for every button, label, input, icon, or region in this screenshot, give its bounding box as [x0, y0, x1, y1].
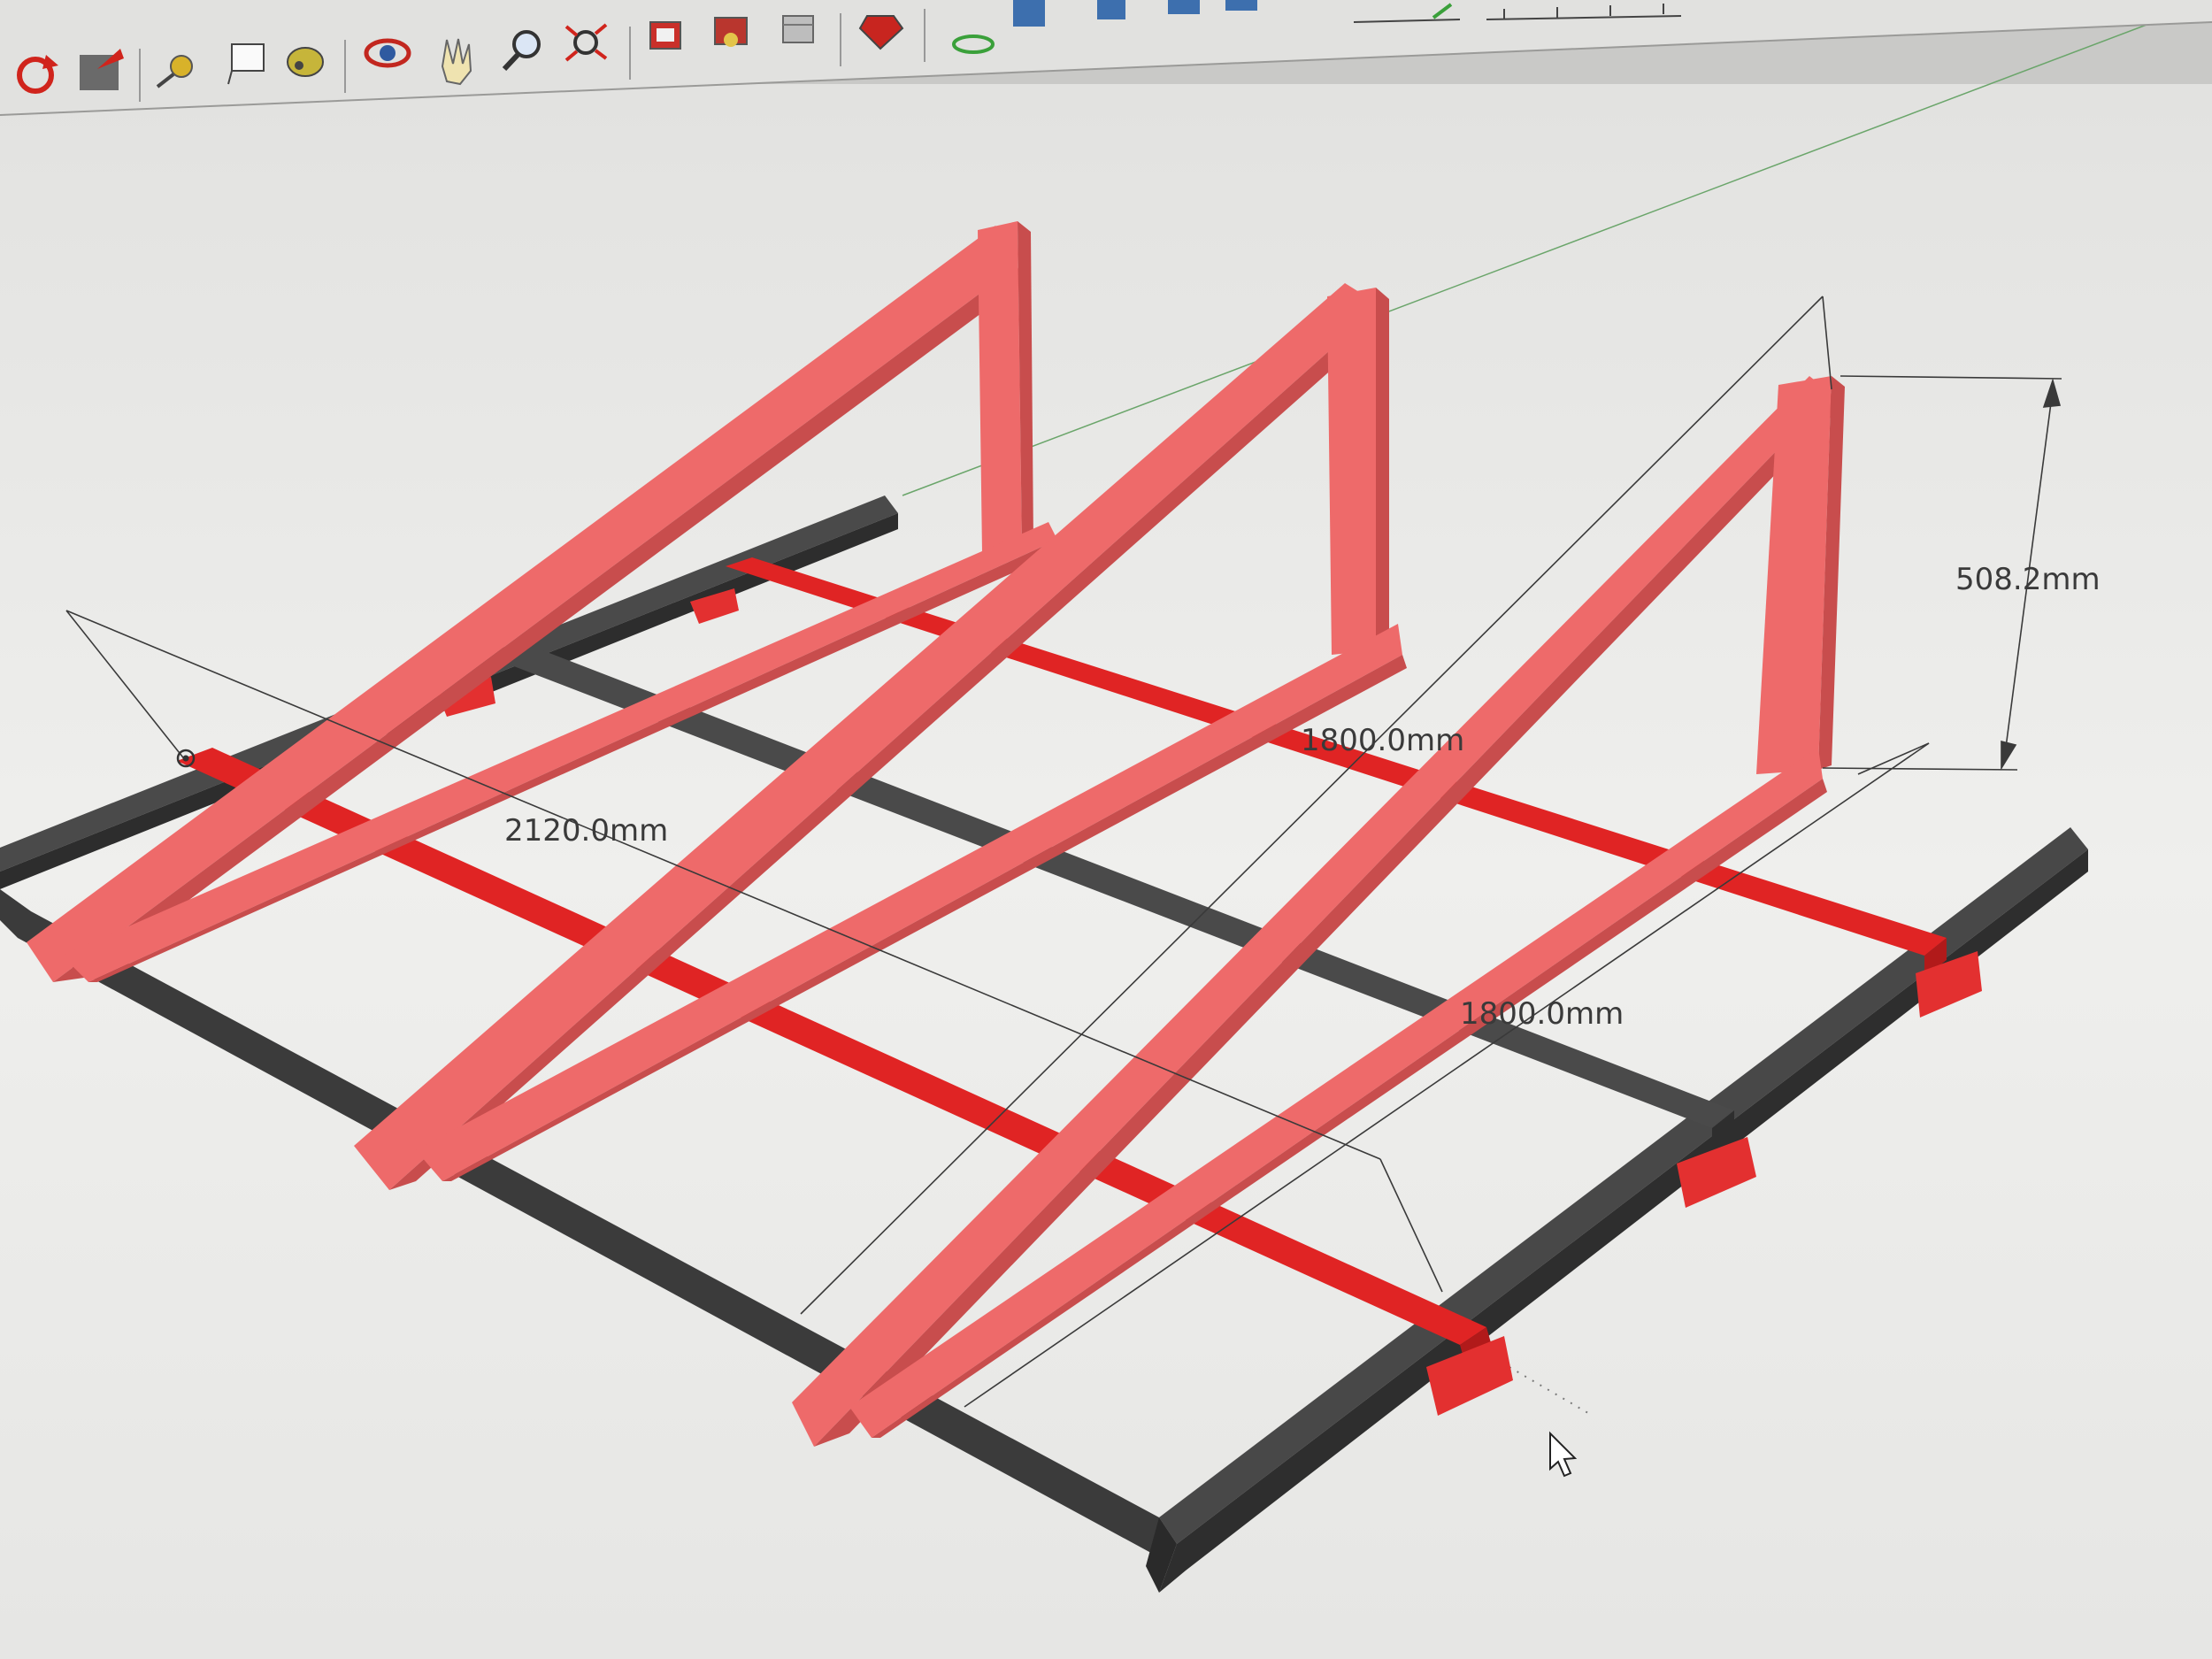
section-icon[interactable] — [782, 15, 814, 43]
model-viewport[interactable]: 508.2mm 1800.0mm 1800.0mm 2120.0mm — [0, 0, 2212, 1659]
extension-icon[interactable] — [714, 17, 748, 47]
dimension-width-label: 2120.0mm — [504, 813, 668, 849]
dimension-depth-bottom-label: 1800.0mm — [1460, 996, 1624, 1032]
paint-bucket-icon[interactable] — [287, 47, 324, 77]
push-pull-icon[interactable] — [80, 49, 124, 90]
warehouse-icon[interactable] — [649, 21, 681, 50]
sketchup-window: 508.2mm 1800.0mm 1800.0mm 2120.0mm — [0, 0, 2212, 1659]
dimension-height-label: 508.2mm — [1955, 562, 2101, 597]
dimension-depth-top-label: 1800.0mm — [1301, 723, 1464, 758]
